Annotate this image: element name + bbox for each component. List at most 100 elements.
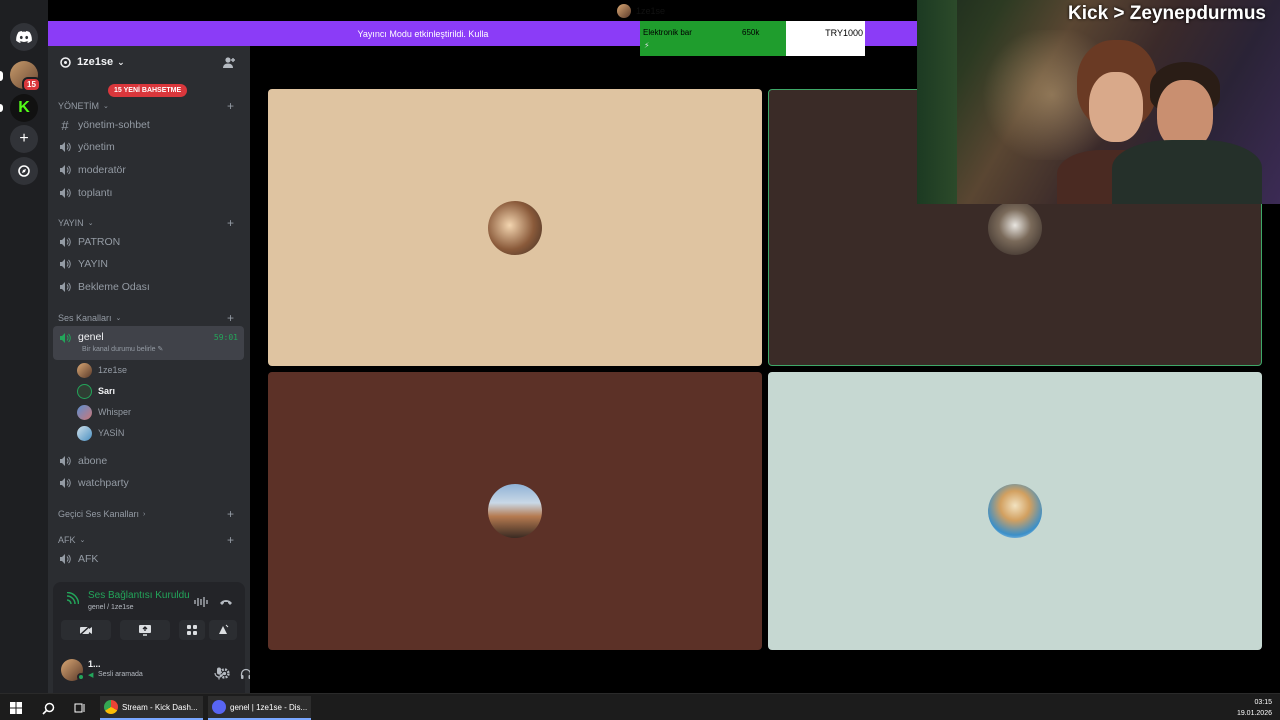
voice-user-name: Sarı: [98, 386, 116, 396]
goal-amount: 650k: [742, 28, 760, 37]
call-timer: 59:01: [213, 333, 238, 342]
invite-user-icon[interactable]: [222, 56, 236, 70]
donation-goal-bar: [640, 21, 787, 56]
chevron-down-icon: ⌄: [79, 537, 86, 544]
discord-icon: [212, 700, 226, 714]
speaker-icon: [58, 186, 72, 200]
windows-start-icon[interactable]: [8, 700, 24, 716]
add-server-icon[interactable]: +: [10, 125, 38, 153]
disconnect-icon[interactable]: [219, 594, 233, 612]
channel-status-prompt[interactable]: Bir kanal durumu belirle ✎: [82, 345, 163, 353]
category-afk[interactable]: AFK ⌄ +: [58, 533, 240, 547]
avatar: [77, 404, 92, 420]
goal-label: Elektronik bar: [643, 28, 692, 37]
taskbar-app-chrome[interactable]: Stream - Kick Dash...: [100, 696, 203, 720]
voice-user[interactable]: Whisper: [77, 403, 237, 421]
category-label: Geçici Ses Kanalları: [58, 509, 140, 519]
channel-watchparty[interactable]: watchparty: [58, 473, 240, 493]
taskbar-app-discord[interactable]: genel | 1ze1se - Dis...: [208, 696, 311, 720]
cam-title: Kick > Zeynepdurmus: [1068, 3, 1266, 24]
speaker-icon: [58, 140, 72, 154]
channel-label: toplantı: [78, 187, 113, 199]
category-label: Ses Kanalları: [58, 313, 112, 323]
channel-genel[interactable]: genel Bir kanal durumu belirle ✎ 59:01: [53, 326, 244, 360]
channel-patron[interactable]: PATRON: [58, 232, 240, 252]
pencil-icon: ✎: [157, 346, 164, 353]
speaker-icon: [58, 552, 72, 566]
bolt-icon: ⚡: [644, 41, 650, 50]
add-channel-icon[interactable]: +: [227, 99, 234, 113]
discover-icon[interactable]: [10, 157, 38, 185]
channel-label: YAYIN: [78, 258, 108, 270]
speaker-icon: [58, 235, 72, 249]
add-channel-icon[interactable]: +: [227, 507, 234, 521]
settings-gear-icon[interactable]: [218, 667, 231, 685]
participant-avatar: [488, 484, 542, 538]
chevron-down-icon: ⌄: [103, 103, 109, 110]
category-label: AFK: [58, 535, 76, 545]
unread-pill: [0, 104, 3, 112]
voice-channel-path: genel / 1ze1se: [88, 604, 134, 611]
channel-status-text: Bir kanal durumu belirle: [82, 346, 156, 353]
soundboard-icon: [219, 624, 229, 634]
voice-user-name: YASİN: [98, 428, 125, 438]
channel-bekleme-odasi[interactable]: Bekleme Odası: [58, 277, 240, 297]
voice-user[interactable]: 1ze1se: [77, 361, 237, 379]
voice-user[interactable]: YASİN: [77, 424, 237, 442]
donation-goal-widget: Elektronik bar 650k TRY1000 ⚡: [640, 21, 865, 56]
screen-share-icon: [139, 625, 151, 636]
webcam-overlay: Kick > Zeynepdurmus: [917, 0, 1280, 204]
category-yonetim[interactable]: YÖNETİM ⌄ +: [58, 99, 240, 113]
voice-user[interactable]: Sarı: [77, 382, 237, 400]
add-channel-icon[interactable]: +: [227, 533, 234, 547]
taskbar-clock[interactable]: 03:15 19.01.2026: [1237, 697, 1272, 719]
goal-currency: TRY1000: [825, 28, 863, 38]
add-channel-icon[interactable]: +: [227, 216, 234, 230]
soundboard-button[interactable]: [209, 620, 237, 640]
category-yayin[interactable]: YAYIN ⌄ +: [58, 216, 240, 230]
add-channel-icon[interactable]: +: [227, 311, 234, 325]
speaker-icon: [58, 280, 72, 294]
channel-label: watchparty: [78, 477, 129, 489]
participant-tile[interactable]: [268, 372, 762, 650]
stream-overlay-top: 1ze1se: [617, 3, 665, 19]
cam-person-face: [1089, 72, 1143, 142]
share-screen-button[interactable]: [120, 620, 170, 640]
category-label: YÖNETİM: [58, 101, 100, 111]
channel-moderator[interactable]: moderatör: [58, 160, 240, 180]
task-view-icon[interactable]: [72, 700, 88, 716]
participant-tile[interactable]: [768, 372, 1262, 650]
new-mentions-pill[interactable]: 15 YENİ BAHSETME: [108, 84, 188, 97]
channel-toplanti[interactable]: toplantı: [58, 183, 240, 203]
channel-afk[interactable]: AFK: [58, 549, 240, 569]
kick-server-icon[interactable]: K: [10, 94, 38, 122]
user-name: 1...: [88, 659, 101, 669]
search-icon[interactable]: [40, 700, 56, 716]
avatar: [617, 4, 631, 18]
channel-abone[interactable]: abone: [58, 451, 240, 471]
camera-off-icon: [79, 624, 92, 636]
avatar: [77, 383, 92, 399]
activities-button[interactable]: [179, 620, 205, 640]
discord-home-icon[interactable]: [10, 23, 38, 51]
overlay-top-text: 1ze1se: [636, 6, 666, 16]
channel-label: PATRON: [78, 236, 121, 248]
camera-off-button[interactable]: [61, 620, 111, 640]
noise-suppression-icon[interactable]: [194, 594, 208, 612]
signal-icon[interactable]: [65, 591, 80, 611]
category-ses-kanallari[interactable]: Ses Kanalları ⌄ +: [58, 311, 240, 325]
voice-status: Ses Bağlantısı Kuruldu: [88, 590, 190, 601]
taskbar-app-label: genel | 1ze1se - Dis...: [230, 702, 308, 712]
channel-yayin[interactable]: YAYIN: [58, 254, 240, 274]
speaker-icon: [58, 331, 72, 345]
channel-yonetim[interactable]: yönetim: [58, 137, 240, 157]
participant-tile[interactable]: [268, 89, 762, 366]
server-header[interactable]: 1ze1se ⌄: [48, 46, 250, 78]
channel-yonetim-sohbet[interactable]: # yönetim-sohbet: [58, 115, 240, 135]
cam-curtain: [917, 0, 957, 204]
chevron-down-icon: ⌄: [117, 56, 125, 67]
speaker-icon: [58, 257, 72, 271]
banner-text: Yayıncı Modu etkinleştirildi. Kulla: [357, 28, 489, 39]
category-gecici-ses-kanallari[interactable]: Geçici Ses Kanalları › +: [58, 507, 240, 521]
avatar: [77, 362, 92, 378]
